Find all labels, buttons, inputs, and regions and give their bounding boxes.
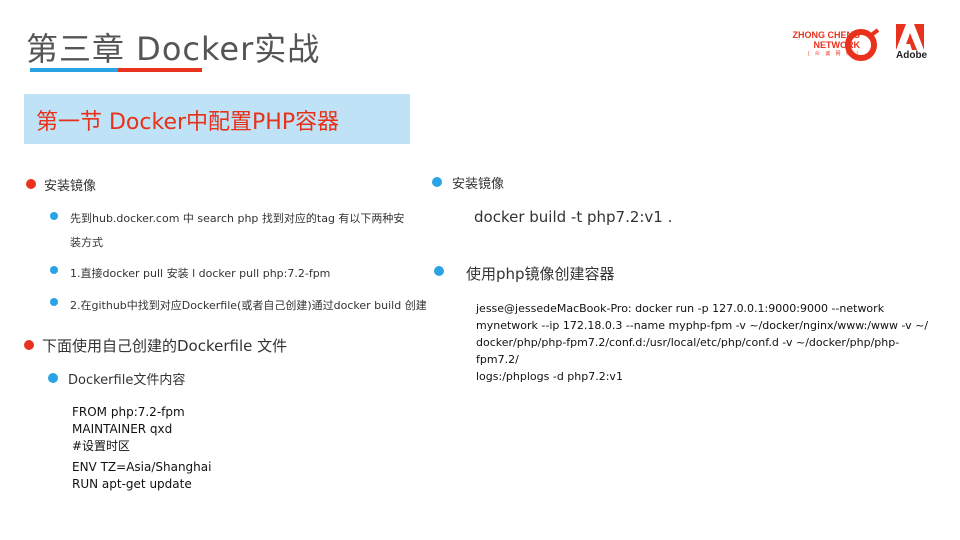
dockerfile-line: ENV TZ=Asia/Shanghai bbox=[72, 460, 212, 474]
dockerfile-line: MAINTAINER qxd bbox=[72, 422, 173, 436]
zhong-cheng-ring-icon bbox=[845, 28, 880, 61]
bullet-red-icon bbox=[26, 179, 36, 189]
section-title: 第一节 Docker中配置PHP容器 bbox=[36, 110, 340, 135]
left-item2-sub1: Dockerfile文件内容 bbox=[68, 373, 186, 388]
bullet-blue-icon bbox=[48, 373, 58, 383]
adobe-logo-text: Adobe bbox=[896, 50, 928, 61]
run-command-line: logs:/phplogs -d php7.2:v1 bbox=[476, 370, 623, 383]
left-item1-sub3: 2.在github中找到对应Dockerfile(或者自己创建)通过docker… bbox=[70, 299, 427, 312]
right-item1: 安装镜像 bbox=[452, 177, 505, 192]
bullet-red-icon bbox=[24, 340, 34, 350]
run-command-line: docker/php/php-fpm7.2/conf.d:/usr/local/… bbox=[476, 336, 900, 366]
adobe-logo-icon bbox=[896, 24, 924, 50]
left-item1-sub1-line2: 装方式 bbox=[70, 236, 103, 249]
left-item1: 安装镜像 bbox=[44, 179, 97, 194]
title-underline-red bbox=[118, 68, 202, 72]
title-underline-blue bbox=[30, 68, 118, 72]
left-item1-sub1-line1: 先到hub.docker.com 中 search php 找到对应的tag 有… bbox=[70, 212, 405, 225]
run-command-line: mynetwork --ip 172.18.0.3 --name myphp-f… bbox=[476, 319, 929, 332]
build-command: docker build -t php7.2:v1 . bbox=[474, 208, 673, 226]
dockerfile-line: FROM php:7.2-fpm bbox=[72, 405, 185, 419]
left-item1-sub2: 1.直接docker pull 安装 l docker pull php:7.2… bbox=[70, 267, 331, 280]
slide-title: 第三章 Docker实战 bbox=[26, 30, 321, 68]
run-command-line: jesse@jessedeMacBook-Pro: docker run -p … bbox=[476, 302, 885, 315]
bullet-blue-icon bbox=[50, 266, 58, 274]
left-item2: 下面使用自己创建的Dockerfile 文件 bbox=[42, 337, 288, 355]
bullet-blue-icon bbox=[50, 298, 58, 306]
right-item2: 使用php镜像创建容器 bbox=[466, 265, 615, 283]
dockerfile-line: #设置时区 bbox=[72, 439, 131, 453]
bullet-blue-icon bbox=[434, 266, 444, 276]
bullet-blue-icon bbox=[432, 177, 442, 187]
bullet-blue-icon bbox=[50, 212, 58, 220]
run-command-block: jesse@jessedeMacBook-Pro: docker run -p … bbox=[476, 300, 936, 385]
dockerfile-block: FROM php:7.2-fpm MAINTAINER qxd #设置时区 EN… bbox=[72, 404, 211, 493]
dockerfile-line: RUN apt-get update bbox=[72, 477, 192, 491]
